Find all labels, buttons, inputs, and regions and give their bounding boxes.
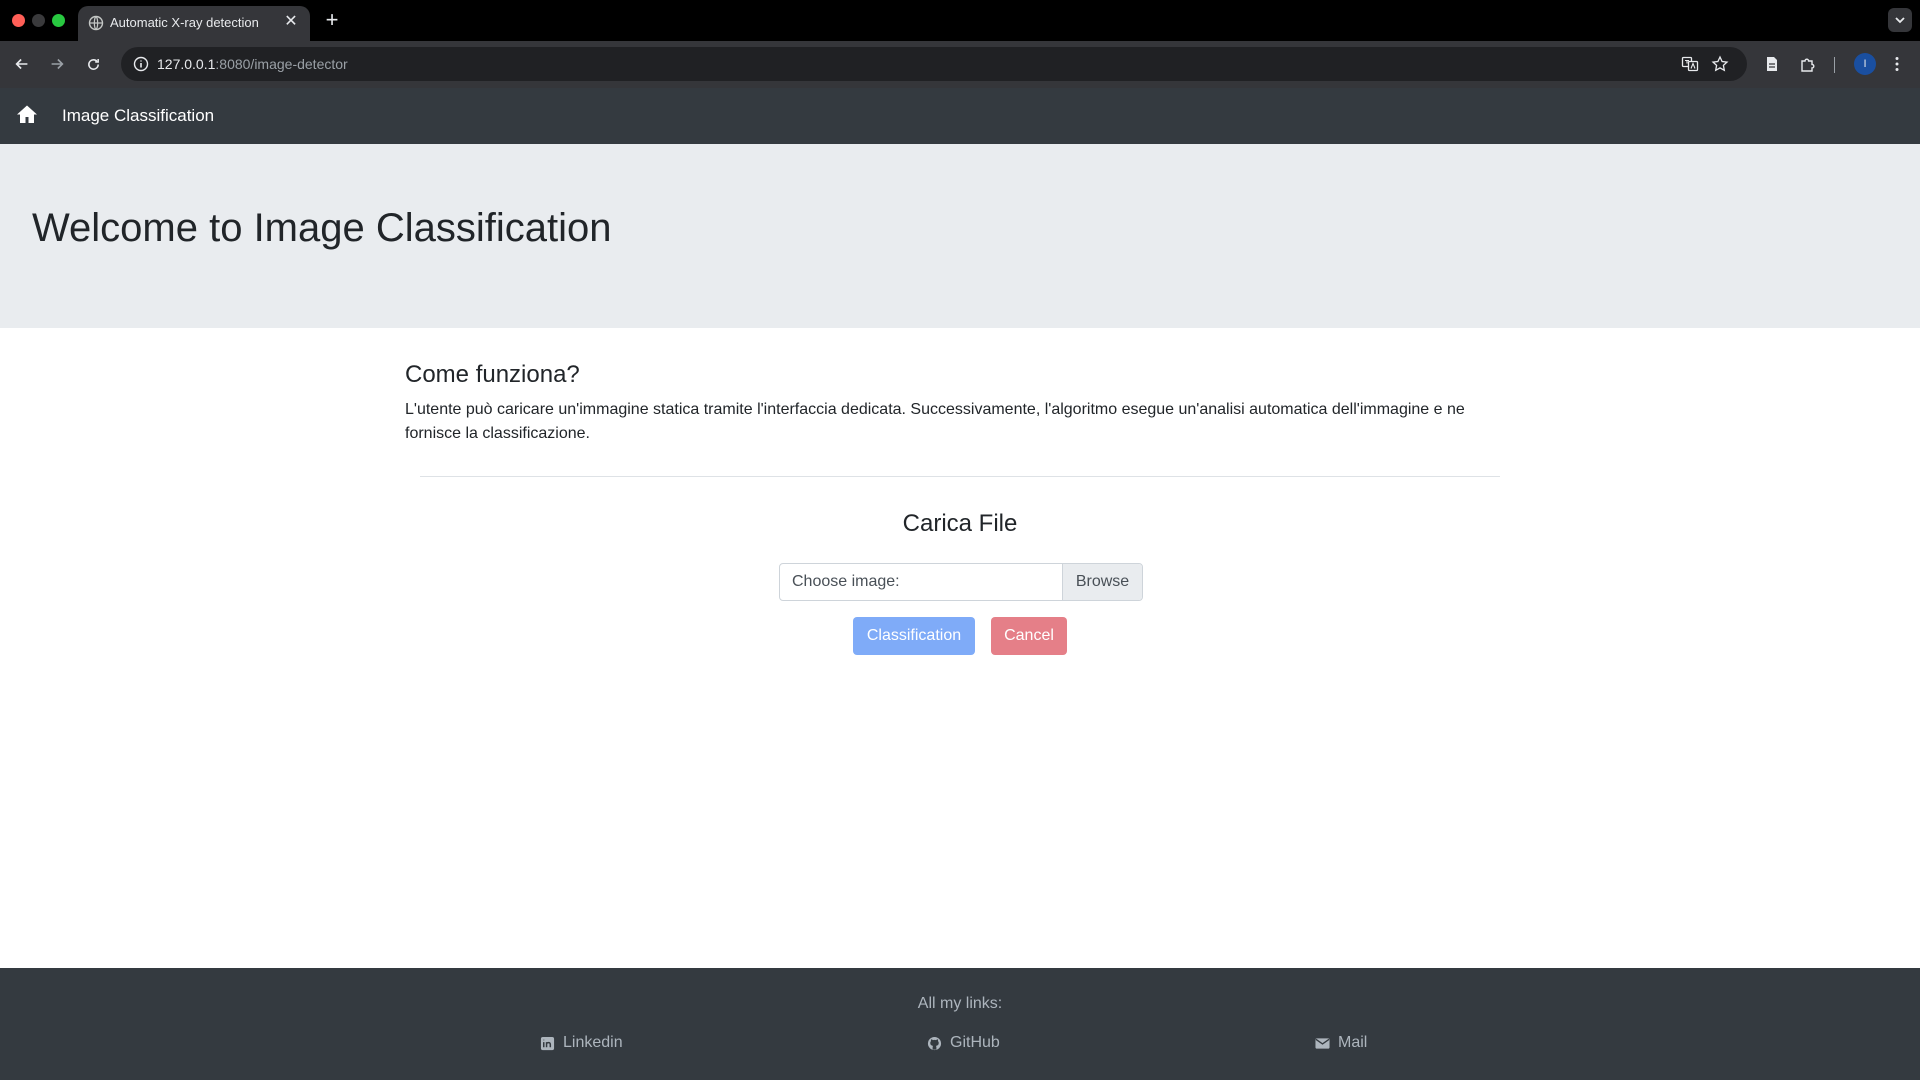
window-minimize-button[interactable] [32, 14, 45, 27]
section-description: L'utente può caricare un'immagine static… [405, 401, 1465, 442]
chevron-down-icon [1895, 17, 1905, 24]
mail-icon [1315, 1037, 1330, 1049]
browser-toolbar: 127.0.0.1:8080/image-detector I [0, 41, 1920, 88]
browse-button-label: Browse [1075, 573, 1130, 590]
cancel-button-label: Cancel [1004, 627, 1054, 644]
url-path: :8080/image-detector [215, 56, 348, 72]
profile-avatar[interactable]: I [1854, 53, 1876, 75]
extensions-icon[interactable] [1799, 55, 1817, 73]
url-text[interactable]: 127.0.0.1:8080/image-detector [157, 56, 348, 72]
translate-icon[interactable] [1681, 55, 1699, 73]
footer-link-label: Mail [1338, 1034, 1368, 1051]
toolbar-divider [1834, 57, 1835, 73]
profile-initial: I [1863, 58, 1867, 70]
cancel-button[interactable]: Cancel [991, 617, 1067, 655]
footer-link-linkedin[interactable]: Linkedin [540, 1034, 623, 1052]
browser-tab[interactable]: Automatic X-ray detection ✕ [78, 6, 310, 41]
tab-search-button[interactable] [1888, 8, 1912, 32]
window-close-button[interactable] [12, 14, 25, 27]
kebab-menu-icon[interactable] [1888, 55, 1906, 73]
footer-heading: All my links: [917, 995, 1003, 1012]
globe-icon [88, 15, 104, 31]
divider [420, 476, 1500, 477]
site-footer: All my links: Linkedin GitHub Mail [0, 968, 1920, 1080]
tab-close-icon[interactable]: ✕ [282, 12, 300, 32]
footer-link-label: Linkedin [563, 1034, 623, 1051]
navbar-brand-link[interactable]: Image Classification [62, 106, 214, 126]
home-icon[interactable] [16, 104, 38, 124]
arrow-right-icon [51, 58, 64, 70]
classification-button[interactable]: Classification [853, 617, 975, 655]
file-input-label: Choose image: [792, 573, 900, 590]
forward-button[interactable] [46, 53, 68, 75]
upload-title: Carica File [902, 510, 1018, 537]
footer-link-github[interactable]: GitHub [927, 1034, 1000, 1052]
back-button[interactable] [11, 53, 33, 75]
tab-title: Automatic X-ray detection [110, 15, 259, 30]
address-bar[interactable]: 127.0.0.1:8080/image-detector [121, 47, 1747, 81]
page-title: Welcome to Image Classification [32, 206, 612, 250]
new-tab-icon[interactable]: + [321, 8, 343, 32]
reload-icon [87, 58, 99, 70]
reading-list-icon[interactable] [1763, 55, 1781, 73]
section-title: Come funziona? [405, 361, 580, 388]
url-host: 127.0.0.1 [157, 56, 216, 72]
browser-tab-strip: Automatic X-ray detection ✕ + [0, 0, 1920, 41]
github-icon [927, 1036, 942, 1050]
hero-banner: Welcome to Image Classification [0, 144, 1920, 328]
star-icon[interactable] [1711, 55, 1729, 73]
window-maximize-button[interactable] [52, 14, 65, 27]
reload-button[interactable] [82, 53, 104, 75]
footer-link-mail[interactable]: Mail [1315, 1034, 1367, 1052]
arrow-left-icon [15, 58, 28, 70]
footer-link-label: GitHub [950, 1034, 1000, 1051]
file-input[interactable]: Choose image: Browse [779, 563, 1143, 601]
linkedin-icon [540, 1036, 555, 1050]
site-navbar: Image Classification [0, 88, 1920, 144]
info-icon[interactable] [133, 56, 149, 72]
classification-button-label: Classification [866, 627, 962, 644]
browse-button[interactable]: Browse [1062, 564, 1142, 600]
